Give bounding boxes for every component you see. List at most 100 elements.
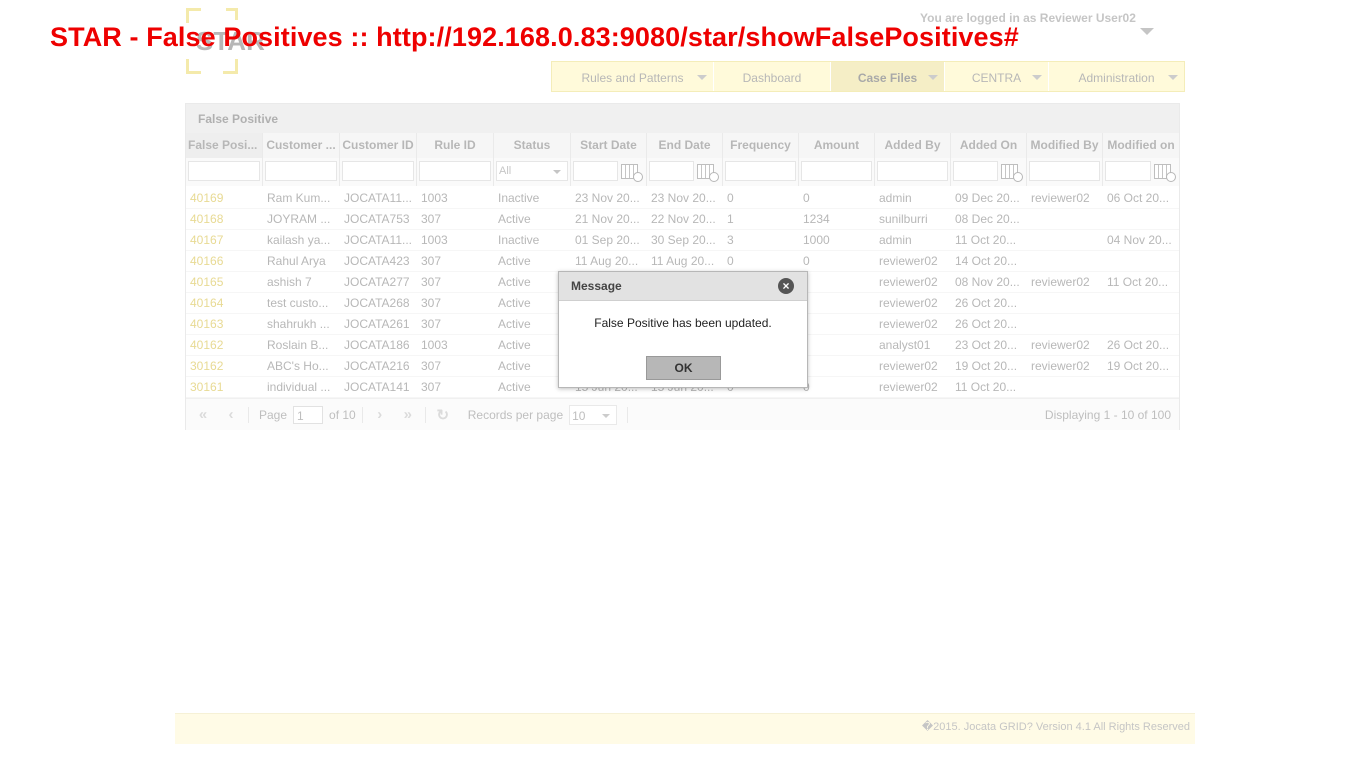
nav-label: Case Files [857,71,918,85]
table-cell: JOCATA216 [344,359,410,373]
col-header[interactable]: Frequency [723,133,799,158]
table-cell: admin [879,233,912,247]
table-cell: JOCATA186 [344,338,410,352]
filter-input[interactable] [573,161,618,181]
table-cell: 307 [421,296,442,310]
col-header[interactable]: Customer ... [263,133,340,158]
col-header[interactable]: Status [494,133,571,158]
records-per-page-select[interactable]: 10 [569,404,618,425]
filter-input[interactable] [1105,161,1151,181]
false-positive-id-link[interactable]: 40163 [186,314,263,334]
filter-input[interactable] [419,161,491,181]
calendar-icon[interactable] [1154,161,1176,182]
false-positive-id-link[interactable]: 40162 [186,335,263,355]
nav-label: CENTRA [971,71,1022,85]
col-header[interactable]: False Posi... [186,133,263,158]
calendar-icon[interactable] [1001,161,1023,182]
table-cell: Active [498,254,531,268]
col-header[interactable]: Modified By [1027,133,1103,158]
col-header[interactable]: Added By [875,133,951,158]
table-cell [799,272,875,292]
pager-separator [361,406,363,423]
filter-input[interactable] [188,161,260,181]
table-cell: reviewer02 [879,359,938,373]
table-cell: 307 [421,317,442,331]
table-cell [1027,314,1103,334]
table-cell: 307 [421,212,442,226]
calendar-icon[interactable] [697,161,719,182]
panel-title: False Positive [186,104,1179,133]
table-cell [1027,293,1103,313]
false-positive-id-link[interactable]: 40167 [186,230,263,250]
table-cell: 11 Aug 20... [651,254,715,268]
table-cell: 01 Sep 20... [575,233,640,247]
table-cell: 11 Oct 20... [955,233,1017,247]
false-positive-id-link[interactable]: 40166 [186,251,263,271]
ok-button[interactable]: OK [646,356,721,380]
col-header[interactable]: Modified on [1103,133,1179,158]
chevron-down-icon [553,170,561,174]
col-header[interactable]: Amount [799,133,875,158]
status-filter-select[interactable]: All [496,161,568,181]
table-cell [799,314,875,334]
false-positive-id-link[interactable]: 40165 [186,272,263,292]
table-cell: 0 [803,191,810,205]
dialog-title: Message [571,279,622,293]
col-header[interactable]: Added On [951,133,1027,158]
nav-centra[interactable]: CENTRA [945,62,1049,91]
table-cell: 22 Nov 20... [651,212,716,226]
close-icon[interactable]: × [778,278,794,294]
table-row[interactable]: 40169 Ram Kum... JOCATA11... 1003 Inactive 23… [186,188,1179,209]
page-url-title: STAR - False Positives :: http://192.168… [50,22,1019,52]
next-page-icon[interactable]: › [369,405,391,425]
calendar-icon[interactable] [621,161,643,182]
false-positive-id-link[interactable]: 30161 [186,377,263,397]
filter-input[interactable] [342,161,414,181]
col-header[interactable]: Start Date [571,133,647,158]
filter-input[interactable] [265,161,337,181]
table-cell [1103,314,1179,334]
filter-input[interactable] [953,161,998,181]
last-page-icon[interactable]: » [397,405,419,425]
col-header[interactable]: End Date [647,133,723,158]
page-number-input[interactable]: 1 [293,405,324,424]
user-menu-chevron-icon[interactable] [1140,28,1154,35]
dialog-header: Message × [559,272,807,301]
false-positive-id-link[interactable]: 40169 [186,188,263,208]
table-cell [1027,377,1103,397]
table-cell: 3 [727,233,734,247]
filter-input[interactable] [649,161,694,181]
table-cell [1103,251,1179,271]
nav-rules-and-patterns[interactable]: Rules and Patterns [552,62,714,91]
pager-separator [424,406,426,423]
table-cell: 0 [803,254,810,268]
table-cell [1027,209,1103,229]
table-row[interactable]: 40166 Rahul Arya JOCATA423 307 Active 11 Aug … [186,251,1179,272]
filter-row: All [186,158,1179,186]
table-cell: reviewer02 [1031,359,1090,373]
table-cell: JOCATA753 [344,212,410,226]
false-positive-id-link[interactable]: 40164 [186,293,263,313]
first-page-icon[interactable]: « [192,405,214,425]
table-cell [1027,251,1103,271]
nav-case-files[interactable]: Case Files [831,62,945,91]
table-cell: 0 [727,254,734,268]
table-cell: shahrukh ... [267,317,330,331]
filter-input[interactable] [877,161,948,181]
filter-input[interactable] [1029,161,1100,181]
col-header[interactable]: Customer ID [340,133,417,158]
filter-input[interactable] [725,161,796,181]
col-header[interactable]: Rule ID [417,133,494,158]
footer: �2015. Jocata GRID? Version 4.1 All Righ… [175,713,1195,744]
prev-page-icon[interactable]: ‹ [220,405,242,425]
nav-administration[interactable]: Administration [1049,62,1184,91]
nav-dashboard[interactable]: Dashboard [714,62,831,91]
table-row[interactable]: 40167 kailash ya... JOCATA11... 1003 Inactiv… [186,230,1179,251]
table-cell: JOCATA261 [344,317,410,331]
refresh-icon[interactable]: ↻ [432,405,454,425]
table-row[interactable]: 40168 JOYRAM ... JOCATA753 307 Active 21 Nov … [186,209,1179,230]
filter-input[interactable] [801,161,872,181]
table-cell [1103,293,1179,313]
false-positive-id-link[interactable]: 40168 [186,209,263,229]
false-positive-id-link[interactable]: 30162 [186,356,263,376]
